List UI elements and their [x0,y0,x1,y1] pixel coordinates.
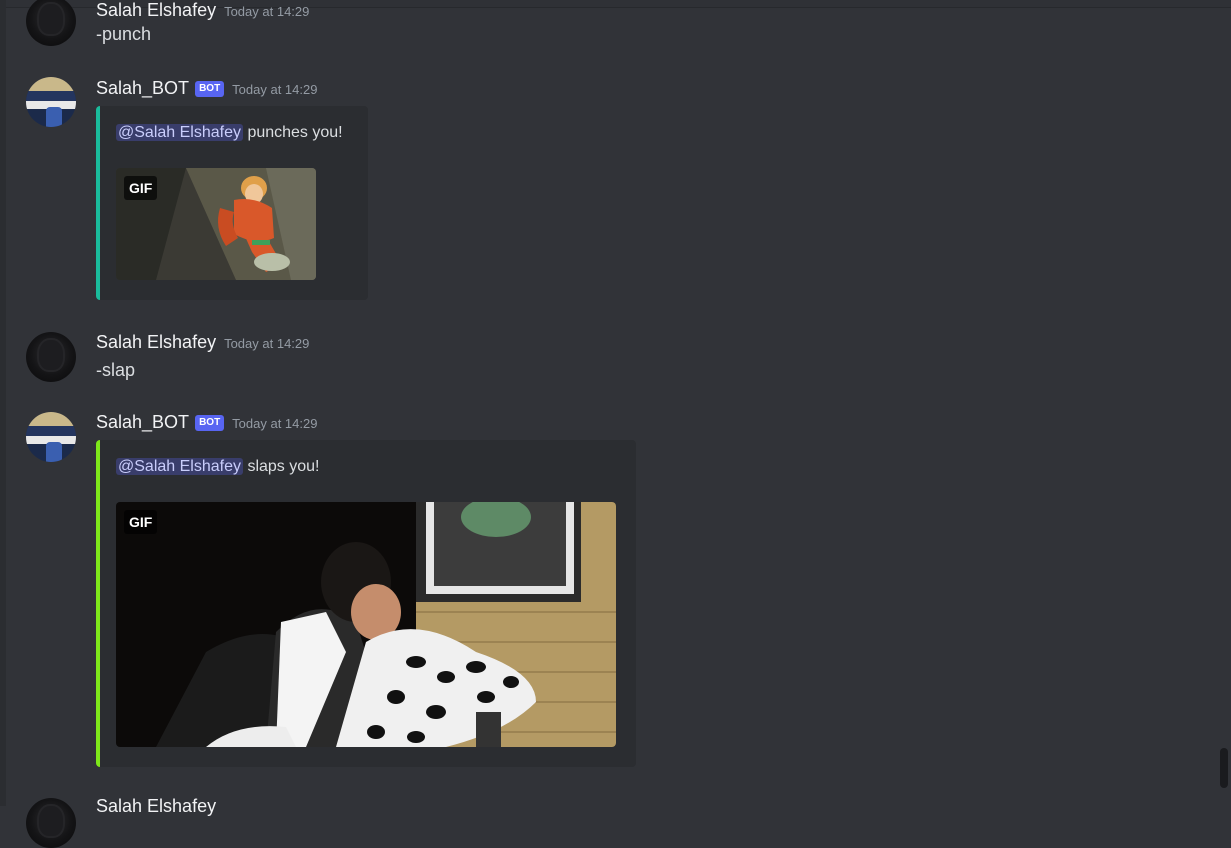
message-content: -punch [96,24,152,44]
message-3: Salah Elshafey Today at 14:29 -slap [0,330,1215,390]
author-name[interactable]: Salah_BOT [96,412,189,432]
author-name[interactable]: Salah Elshafey [96,0,216,20]
message-author[interactable]: Salah Elshafey [96,796,216,817]
embed-text: punches you! [247,124,343,141]
embed-description: @Salah Elshafey punches you! [116,124,343,142]
user-avatar[interactable] [26,0,76,46]
message-2: Salah_BOT BOT Today at 14:29 @Salah Elshaf… [0,76,1215,306]
embed: @Salah Elshafey slaps you! GIF [96,440,636,767]
message-1: Salah Elshafey Today at 14:29 -punch [0,0,1215,60]
message-5: Salah Elshafey [0,796,1215,848]
user-mention[interactable]: @Salah Elshafey [116,458,243,475]
author-name[interactable]: Salah Elshafey [96,332,216,352]
embed-text: slaps you! [247,458,320,475]
scrollbar[interactable] [1217,8,1231,806]
message-author[interactable]: Salah_BOT BOT Today at 14:29 [96,78,317,99]
avatar-image-part [26,91,76,101]
message-author[interactable]: Salah_BOT BOT Today at 14:29 [96,412,317,433]
embed-description: @Salah Elshafey slaps you! [116,458,319,476]
bot-avatar[interactable] [26,412,76,462]
message-timestamp: Today at 14:29 [232,82,318,97]
message-author[interactable]: Salah Elshafey Today at 14:29 [96,0,309,21]
message-timestamp: Today at 14:29 [232,416,318,431]
gif-image[interactable]: GIF [116,168,316,280]
user-avatar[interactable] [26,332,76,382]
scrollbar-thumb[interactable] [1220,748,1228,788]
message-4: Salah_BOT BOT Today at 14:29 @Salah Elshaf… [0,410,1215,770]
author-name[interactable]: Salah_BOT [96,78,189,98]
message-content: -slap [96,360,136,380]
gif-image-art [116,502,616,747]
gif-badge: GIF [124,176,158,200]
message-timestamp: Today at 14:29 [224,4,310,19]
gif-image[interactable]: GIF [116,502,616,747]
avatar-image-part [26,412,76,426]
gif-badge: GIF [124,510,158,534]
message-timestamp: Today at 14:29 [224,336,310,351]
avatar-image-part [46,107,62,127]
embed: @Salah Elshafey punches you! GIF [96,106,368,300]
user-mention[interactable]: @Salah Elshafey [116,124,243,141]
bot-tag: BOT [195,415,225,431]
bot-tag: BOT [195,81,225,97]
avatar-image-part [26,426,76,436]
avatar-image-part [26,77,76,91]
author-name[interactable]: Salah Elshafey [96,796,216,816]
bot-avatar[interactable] [26,77,76,127]
message-author[interactable]: Salah Elshafey Today at 14:29 [96,332,309,353]
avatar-image-part [46,442,62,462]
